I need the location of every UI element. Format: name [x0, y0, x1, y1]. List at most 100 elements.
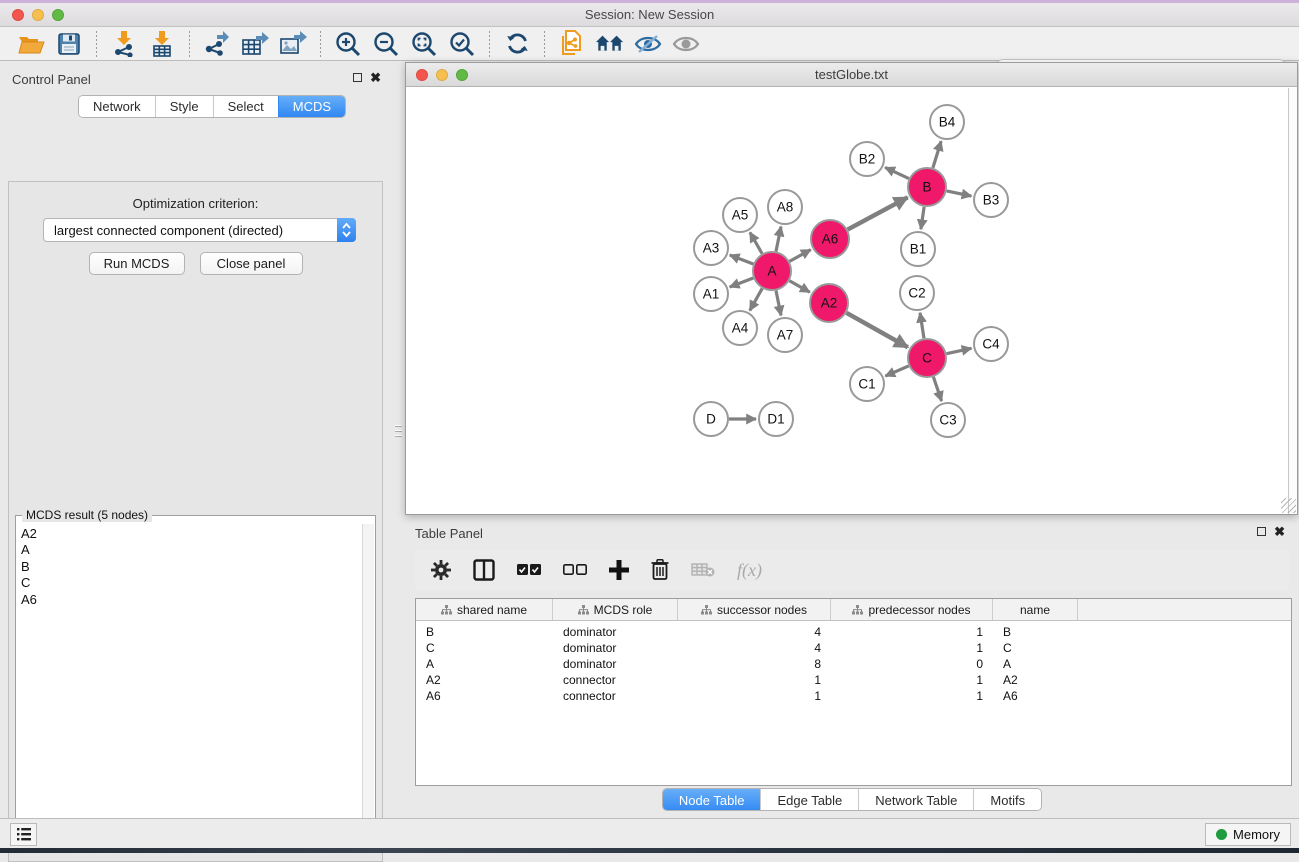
table-row[interactable]: A dominator 8 0 A [416, 656, 1291, 672]
cell-name[interactable]: A2 [993, 673, 1078, 687]
graph-edge-A-A1[interactable] [730, 278, 754, 287]
tab-edge-table[interactable]: Edge Table [760, 789, 858, 811]
result-item[interactable]: A6 [21, 592, 362, 608]
cell-mcds-role[interactable]: connector [553, 673, 678, 687]
graph-node-D1[interactable]: D1 [759, 402, 793, 436]
cell-mcds-role[interactable]: dominator [553, 625, 678, 639]
result-item[interactable]: A [21, 542, 362, 558]
import-network-icon[interactable] [109, 30, 139, 58]
cell-mcds-role[interactable]: connector [553, 689, 678, 703]
column-header-name[interactable]: name [993, 599, 1078, 620]
graph-edge-B-B2[interactable] [885, 167, 909, 178]
refresh-layout-icon[interactable] [502, 30, 532, 58]
graph-node-A5[interactable]: A5 [723, 198, 757, 232]
graph-node-A4[interactable]: A4 [723, 311, 757, 345]
graph-node-B3[interactable]: B3 [974, 183, 1008, 217]
cell-name[interactable]: A6 [993, 689, 1078, 703]
panel-splitter-handle[interactable] [395, 425, 402, 439]
graph-node-A[interactable]: A [753, 252, 791, 290]
graph-node-C4[interactable]: C4 [974, 327, 1008, 361]
graph-edge-A-A2[interactable] [789, 281, 809, 292]
run-mcds-button[interactable]: Run MCDS [89, 252, 185, 275]
cell-mcds-role[interactable]: dominator [553, 641, 678, 655]
result-scrollbar[interactable] [362, 524, 374, 850]
graph-node-A1[interactable]: A1 [694, 277, 728, 311]
graph-edge-C-C2[interactable] [920, 313, 924, 338]
graph-edge-C-C3[interactable] [933, 377, 941, 401]
graph-node-A7[interactable]: A7 [768, 318, 802, 352]
tab-network[interactable]: Network [79, 96, 155, 117]
graph-node-B1[interactable]: B1 [901, 232, 935, 266]
network-canvas[interactable]: AA1A2A3A4A5A6A7A8BB1B2B3B4CC1C2C3C4DD1 [406, 88, 1288, 514]
delete-column-trash-icon[interactable] [651, 559, 669, 581]
hide-panels-eye-icon[interactable] [633, 30, 663, 58]
graph-node-B[interactable]: B [908, 168, 946, 206]
graph-node-A3[interactable]: A3 [694, 231, 728, 265]
tab-select[interactable]: Select [213, 96, 278, 117]
network-window-titlebar[interactable]: testGlobe.txt [406, 63, 1297, 87]
export-network-icon[interactable] [202, 30, 232, 58]
cell-predecessor-nodes[interactable]: 1 [831, 689, 993, 703]
save-session-icon[interactable] [54, 30, 84, 58]
cell-shared-name[interactable]: A2 [416, 673, 553, 687]
graph-edge-A2-C[interactable] [846, 313, 907, 347]
clear-all-checks-icon[interactable] [563, 564, 587, 576]
tab-network-table[interactable]: Network Table [858, 789, 973, 811]
cell-name[interactable]: B [993, 625, 1078, 639]
graph-node-A2[interactable]: A2 [810, 284, 848, 322]
tab-motifs[interactable]: Motifs [973, 789, 1041, 811]
graph-edge-A-A4[interactable] [750, 288, 762, 310]
graph-node-C2[interactable]: C2 [900, 276, 934, 310]
table-row[interactable]: A2 connector 1 1 A2 [416, 672, 1291, 688]
table-row[interactable]: B dominator 4 1 B [416, 624, 1291, 640]
cell-shared-name[interactable]: C [416, 641, 553, 655]
graph-edge-B-B3[interactable] [947, 191, 972, 196]
cell-predecessor-nodes[interactable]: 1 [831, 641, 993, 655]
cell-predecessor-nodes[interactable]: 1 [831, 673, 993, 687]
graph-edge-C-C1[interactable] [885, 366, 908, 376]
column-header-successor-nodes[interactable]: successor nodes [678, 599, 831, 620]
zoom-selected-icon[interactable] [447, 30, 477, 58]
add-column-icon[interactable] [609, 560, 629, 580]
window-resize-grip[interactable] [1281, 498, 1296, 513]
open-session-icon[interactable] [16, 30, 46, 58]
graph-edge-A-A8[interactable] [776, 227, 781, 252]
graph-edge-A-A7[interactable] [776, 291, 781, 316]
import-table-icon[interactable] [147, 30, 177, 58]
column-header-shared-name[interactable]: shared name [416, 599, 553, 620]
tab-mcds[interactable]: MCDS [278, 96, 345, 117]
graph-node-B2[interactable]: B2 [850, 142, 884, 176]
column-header-predecessor-nodes[interactable]: predecessor nodes [831, 599, 993, 620]
graph-node-A8[interactable]: A8 [768, 190, 802, 224]
graph-edge-A-A5[interactable] [750, 232, 762, 253]
cell-successor-nodes[interactable]: 8 [678, 657, 831, 671]
tab-node-table[interactable]: Node Table [663, 789, 761, 811]
cell-successor-nodes[interactable]: 1 [678, 673, 831, 687]
home-view-icon[interactable] [595, 30, 625, 58]
graph-edge-B-B4[interactable] [933, 141, 941, 168]
tab-style[interactable]: Style [155, 96, 213, 117]
zoom-in-icon[interactable] [333, 30, 363, 58]
cell-predecessor-nodes[interactable]: 1 [831, 625, 993, 639]
float-panel-icon[interactable] [1257, 527, 1266, 536]
column-header-mcds-role[interactable]: MCDS role [553, 599, 678, 620]
cell-shared-name[interactable]: B [416, 625, 553, 639]
table-row[interactable]: A6 connector 1 1 A6 [416, 688, 1291, 704]
mcds-result-list[interactable]: A2 A B C A6 [17, 524, 362, 850]
memory-button[interactable]: Memory [1205, 823, 1291, 846]
cell-shared-name[interactable]: A [416, 657, 553, 671]
graph-node-D[interactable]: D [694, 402, 728, 436]
export-image-icon[interactable] [278, 30, 308, 58]
graph-node-C[interactable]: C [908, 339, 946, 377]
float-panel-icon[interactable] [353, 73, 362, 82]
close-panel-icon[interactable]: ✖ [370, 73, 381, 82]
graph-edge-A-A3[interactable] [730, 255, 754, 264]
cell-successor-nodes[interactable]: 4 [678, 625, 831, 639]
table-settings-gear-icon[interactable] [431, 560, 451, 580]
cell-shared-name[interactable]: A6 [416, 689, 553, 703]
cell-name[interactable]: A [993, 657, 1078, 671]
close-panel-icon[interactable]: ✖ [1274, 527, 1285, 536]
table-row[interactable]: C dominator 4 1 C [416, 640, 1291, 656]
result-item[interactable]: B [21, 559, 362, 575]
result-item[interactable]: C [21, 575, 362, 591]
